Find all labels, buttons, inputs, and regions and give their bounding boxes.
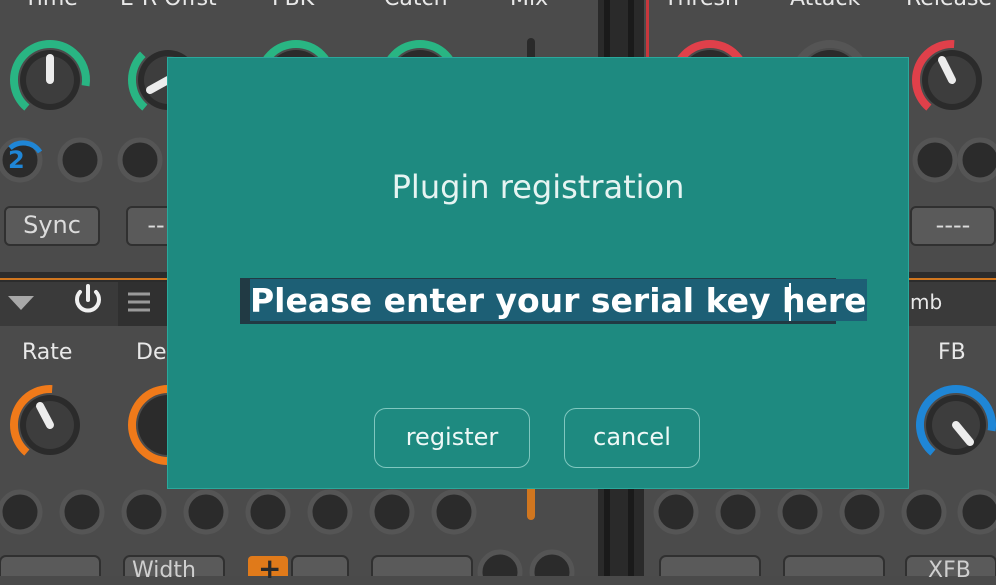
dialog-title: Plugin registration	[391, 168, 685, 206]
sync-button[interactable]: Sync	[4, 206, 100, 246]
label-width: Width	[132, 558, 196, 583]
text-caret	[789, 283, 791, 321]
label-mix: Mix	[510, 0, 548, 11]
label-fbk: FBK	[272, 0, 314, 11]
label-rate: Rate	[22, 340, 73, 365]
cancel-button[interactable]: cancel	[564, 408, 700, 468]
label-depth: De	[136, 340, 167, 365]
label-time: Time	[24, 0, 78, 11]
label-er-offset: E-R Offst	[120, 0, 217, 11]
serial-key-input-text[interactable]: Please enter your serial key here	[250, 279, 867, 321]
label-attack: Attack	[790, 0, 860, 11]
registration-dialog	[167, 57, 909, 489]
register-button[interactable]: register	[374, 408, 530, 468]
sync-value: 2	[8, 146, 25, 174]
label-catch: Catch	[384, 0, 448, 11]
label-xfb: XFB	[928, 558, 971, 583]
release-mode-button[interactable]: ----	[910, 206, 996, 246]
label-release: Release	[906, 0, 992, 11]
module-name: mb	[910, 290, 943, 314]
label-fb: FB	[938, 340, 966, 365]
plus-button[interactable]: +	[258, 552, 281, 585]
label-thresh: Thresh	[664, 0, 739, 11]
